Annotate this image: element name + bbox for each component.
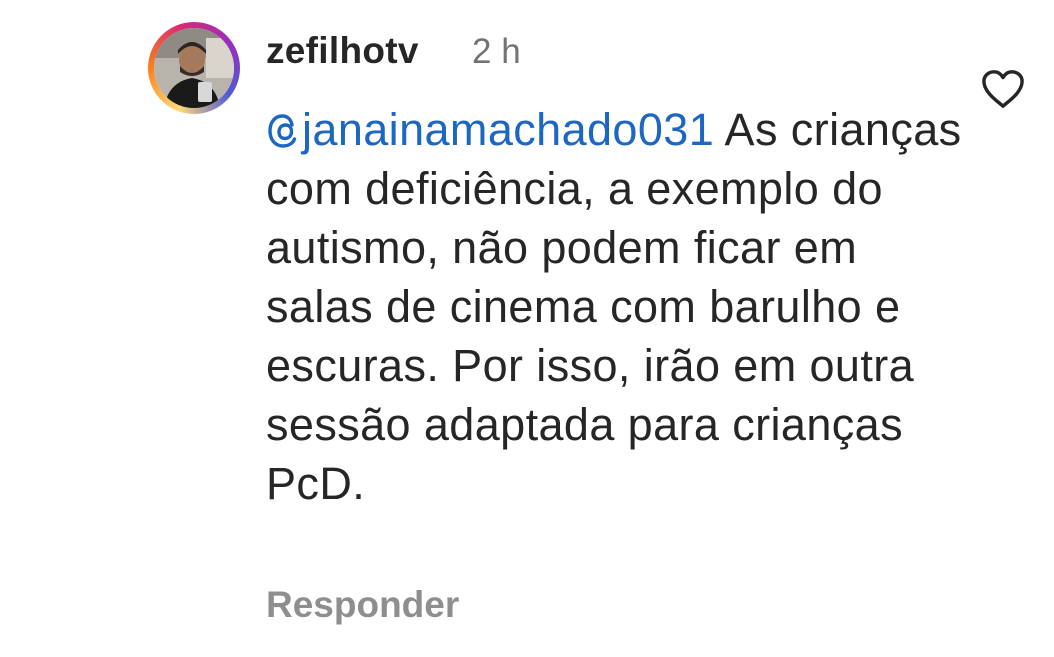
threads-at-icon	[268, 114, 297, 148]
avatar-story-ring[interactable]	[148, 22, 240, 114]
comment-timestamp: 2 h	[472, 32, 521, 71]
mention-username[interactable]: janainamachado031	[302, 104, 714, 155]
comment-username[interactable]: zefilhotv	[266, 30, 419, 72]
comment-body: As crianças com deficiência, a exemplo d…	[266, 104, 962, 509]
mention-link[interactable]: janainamachado031	[266, 104, 714, 155]
comment-text: janainamachado031 As crianças com defici…	[266, 100, 966, 513]
reply-button[interactable]: Responder	[266, 584, 459, 626]
comment-item: zefilhotv 2 h janainamachado031 As crian…	[0, 0, 1054, 657]
avatar-photo	[154, 28, 234, 108]
heart-outline-icon[interactable]	[980, 68, 1026, 110]
avatar[interactable]	[154, 28, 234, 108]
